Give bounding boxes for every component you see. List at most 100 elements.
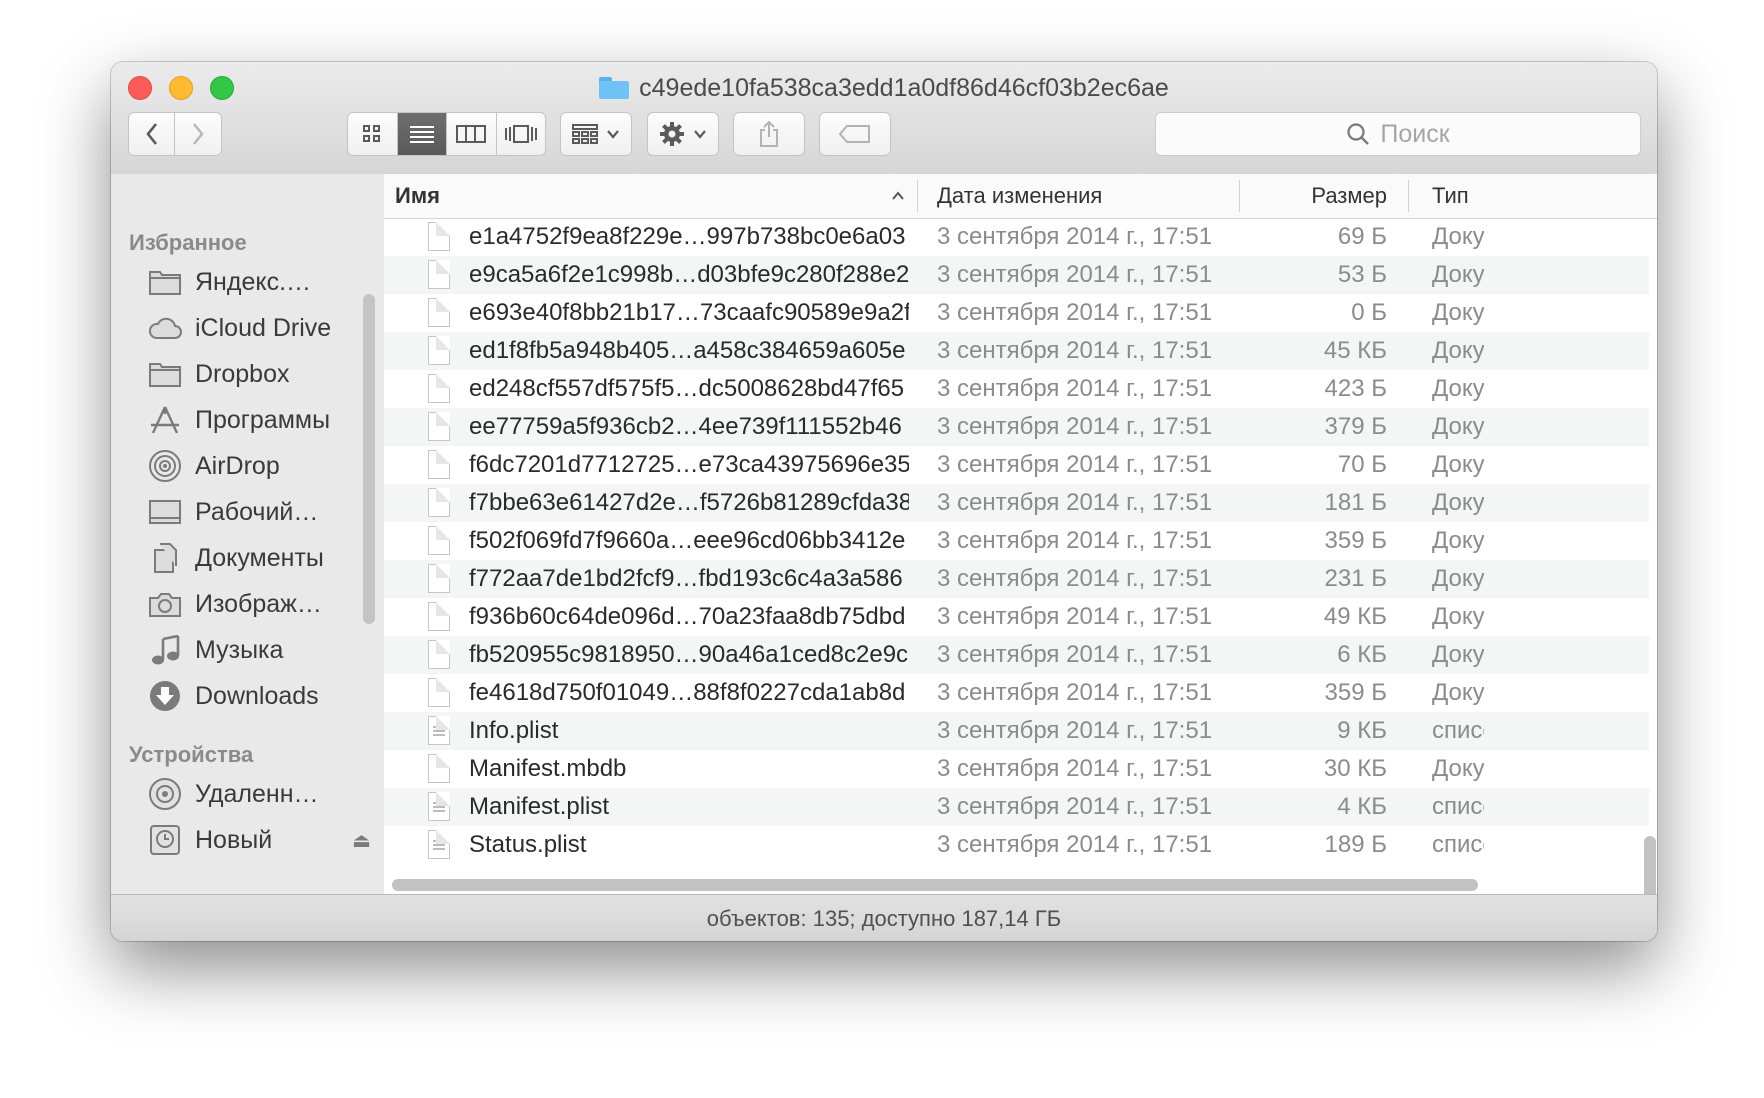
sidebar-item-music[interactable]: Музыка <box>147 630 377 670</box>
file-row[interactable]: fb520955c9818950…90a46a1ced8c2e9c 3 сентя… <box>384 636 1649 674</box>
file-row[interactable]: Info.plist 3 сентября 2014 г., 17:51 9 КБ с… <box>384 712 1649 750</box>
column-header-size-label: Размер <box>1311 183 1387 208</box>
document-icon <box>428 640 450 669</box>
file-row[interactable]: f772aa7de1bd2fcf9…fbd193c6c4a3a586 3 сент… <box>384 560 1649 598</box>
file-kind: Доку <box>1432 261 1484 288</box>
sidebar-item-icloud-drive[interactable]: iCloud Drive <box>147 308 377 348</box>
file-date: 3 сентября 2014 г., 17:51 <box>937 565 1213 592</box>
file-row[interactable]: e1a4752f9ea8f229e…997b738bc0e6a03 3 сентя… <box>384 218 1649 256</box>
horizontal-scrollbar[interactable] <box>392 879 1478 891</box>
document-icon <box>428 488 450 517</box>
cloud-icon <box>147 312 183 344</box>
back-button[interactable] <box>129 113 175 155</box>
column-header-size[interactable]: Размер <box>1244 174 1387 218</box>
cover-flow-view-button[interactable] <box>497 113 546 155</box>
file-date: 3 сентября 2014 г., 17:51 <box>937 831 1213 858</box>
vertical-scrollbar[interactable] <box>1644 836 1656 894</box>
action-button[interactable] <box>647 112 719 156</box>
toolbar: c49ede10fa538ca3edd1a0df86d46cf03b2ec6ae <box>111 62 1657 175</box>
desktop-icon <box>147 496 183 528</box>
tag-icon <box>839 125 870 143</box>
file-row[interactable]: Status.plist 3 сентября 2014 г., 17:51 189… <box>384 826 1649 864</box>
search-field[interactable]: Поиск <box>1155 112 1641 156</box>
document-icon <box>428 678 450 707</box>
file-size: 70 Б <box>1337 451 1387 478</box>
column-separator[interactable] <box>1239 180 1240 212</box>
file-size: 189 Б <box>1324 831 1387 858</box>
file-row[interactable]: e9ca5a6f2e1c998b…d03bfe9c280f288e2 3 сент… <box>384 256 1649 294</box>
file-name: e1a4752f9ea8f229e…997b738bc0e6a03 <box>469 223 906 250</box>
file-row[interactable]: e693e40f8bb21b17…73caafc90589e9a2f 3 сент… <box>384 294 1649 332</box>
file-row[interactable]: fe4618d750f01049…88f8f0227cda1ab8d 3 сент… <box>384 674 1649 712</box>
plist-icon <box>428 716 450 745</box>
sidebar-item-label: Удаленн… <box>195 779 319 808</box>
file-kind: Доку <box>1432 223 1484 250</box>
file-row[interactable]: ed1f8fb5a948b405…a458c384659a605e 3 сентя… <box>384 332 1649 370</box>
file-kind: Доку <box>1432 299 1484 326</box>
view-mode-segmented <box>347 112 546 156</box>
file-name: f936b60c64de096d…70a23faa8db75dbd <box>469 603 906 630</box>
file-size: 53 Б <box>1337 261 1387 288</box>
sidebar-item-desktop[interactable]: Рабочий… <box>147 492 377 532</box>
music-icon <box>147 634 183 666</box>
file-name: fe4618d750f01049…88f8f0227cda1ab8d <box>469 679 906 706</box>
file-name: Manifest.mbdb <box>469 755 627 782</box>
column-header-kind[interactable]: Тип <box>1432 174 1469 218</box>
file-kind: Доку <box>1432 375 1484 402</box>
column-view-button[interactable] <box>447 113 497 155</box>
chevron-right-icon <box>192 123 204 145</box>
sidebar-item-airdrop[interactable]: AirDrop <box>147 446 377 486</box>
sidebar-item-label: AirDrop <box>195 451 280 480</box>
arrange-button[interactable] <box>560 112 632 156</box>
file-kind: списс <box>1432 793 1484 820</box>
document-icon <box>428 412 450 441</box>
eject-icon[interactable]: ⏏ <box>352 828 371 853</box>
column-header-modified[interactable]: Дата изменения <box>937 174 1102 218</box>
column-header-name[interactable]: Имя <box>395 174 905 218</box>
sidebar-scrollbar[interactable] <box>363 294 375 624</box>
sidebar-item-downloads[interactable]: Downloads <box>147 676 377 716</box>
file-row[interactable]: Manifest.plist 3 сентября 2014 г., 17:51 4… <box>384 788 1649 826</box>
disc-icon <box>147 778 183 810</box>
file-name: ed248cf557df575f5…dc5008628bd47f65 <box>469 375 905 402</box>
document-icon <box>428 526 450 555</box>
file-name: f7bbe63e61427d2e…f5726b81289cfda38 <box>469 489 909 516</box>
file-date: 3 сентября 2014 г., 17:51 <box>937 451 1213 478</box>
list-icon <box>409 126 434 143</box>
file-row[interactable]: Manifest.mbdb 3 сентября 2014 г., 17:51 30… <box>384 750 1649 788</box>
document-icon <box>428 260 450 289</box>
column-separator[interactable] <box>917 180 918 212</box>
document-icon <box>428 754 450 783</box>
list-view-button[interactable] <box>397 113 447 155</box>
sidebar-item-remote-disc[interactable]: Удаленн… <box>147 774 377 814</box>
sidebar-item-dropbox[interactable]: Dropbox <box>147 354 377 394</box>
tags-button[interactable] <box>819 112 891 156</box>
file-size: 69 Б <box>1337 223 1387 250</box>
file-row[interactable]: f936b60c64de096d…70a23faa8db75dbd 3 сентя… <box>384 598 1649 636</box>
sidebar-item-yandex[interactable]: Яндекс.… <box>147 262 377 302</box>
sidebar-item-pictures[interactable]: Изображ… <box>147 584 377 624</box>
sort-ascending-icon <box>892 191 904 200</box>
forward-button[interactable] <box>175 113 221 155</box>
sidebar-item-applications[interactable]: Программы <box>147 400 377 440</box>
airdrop-icon <box>147 450 183 482</box>
file-date: 3 сентября 2014 г., 17:51 <box>937 299 1213 326</box>
file-row[interactable]: f502f069fd7f9660a…eee96cd06bb3412e 3 сент… <box>384 522 1649 560</box>
file-size: 45 КБ <box>1323 337 1387 364</box>
sidebar-item-new-volume[interactable]: Новый ⏏ <box>147 820 377 860</box>
devices-heading: Устройства <box>129 742 254 767</box>
sidebar: Избранное Яндекс.… iCloud Drive Dropbox … <box>111 174 385 894</box>
share-button[interactable] <box>733 112 805 156</box>
file-row[interactable]: ed248cf557df575f5…dc5008628bd47f65 3 сент… <box>384 370 1649 408</box>
file-name: ee77759a5f936cb2…4ee739f111552b46 <box>469 413 902 440</box>
file-row[interactable]: ee77759a5f936cb2…4ee739f111552b46 3 сентя… <box>384 408 1649 446</box>
sidebar-item-documents[interactable]: Документы <box>147 538 377 578</box>
column-separator[interactable] <box>1408 180 1409 212</box>
icon-view-button[interactable] <box>348 113 398 155</box>
document-icon <box>428 222 450 251</box>
column-header-modified-label: Дата изменения <box>937 183 1103 208</box>
plist-icon <box>428 830 450 859</box>
file-row[interactable]: f6dc7201d7712725…e73ca43975696e35 3 сентя… <box>384 446 1649 484</box>
file-row[interactable]: f7bbe63e61427d2e…f5726b81289cfda38 3 сент… <box>384 484 1649 522</box>
file-kind: Доку <box>1432 641 1484 668</box>
